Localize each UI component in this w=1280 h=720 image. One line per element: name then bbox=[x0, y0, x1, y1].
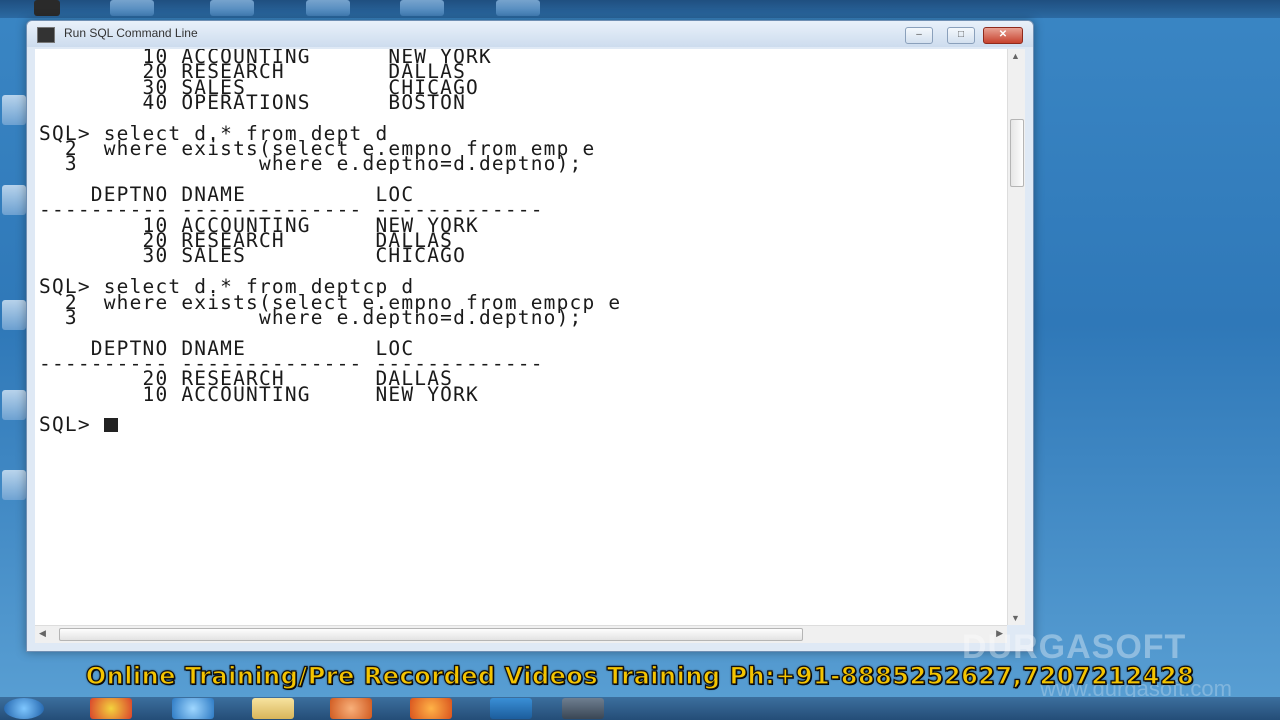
vertical-scroll-thumb[interactable] bbox=[1010, 119, 1024, 187]
app-thumbnail-icon[interactable] bbox=[110, 0, 154, 16]
chrome-icon[interactable] bbox=[90, 698, 132, 719]
console-text: 10 ACCOUNTING NEW YORK 20 RESEARCH DALLA… bbox=[35, 49, 1007, 437]
media-player-icon[interactable] bbox=[330, 698, 372, 719]
app-thumbnail-icon[interactable] bbox=[496, 0, 540, 16]
app-thumbnail-icon[interactable] bbox=[210, 0, 254, 16]
app-thumbnail-icon[interactable] bbox=[306, 0, 350, 16]
console-line: 10 ACCOUNTING NEW YORK bbox=[142, 382, 479, 406]
window-title: Run SQL Command Line bbox=[64, 26, 198, 40]
console-line: 40 OPERATIONS BOSTON bbox=[142, 91, 467, 115]
desktop-icon[interactable] bbox=[2, 470, 26, 500]
maximize-button[interactable]: □ bbox=[947, 27, 975, 44]
close-button[interactable]: ✕ bbox=[983, 27, 1023, 44]
top-taskbar-strip bbox=[0, 0, 1280, 18]
scroll-up-icon[interactable]: ▲ bbox=[1011, 51, 1020, 61]
vertical-scrollbar[interactable]: ▲ ▼ bbox=[1007, 49, 1025, 625]
scroll-left-icon[interactable]: ◀ bbox=[39, 628, 46, 639]
console-app-icon bbox=[37, 27, 55, 43]
console-line: 3 where e.deptno=d.deptno); bbox=[64, 305, 583, 329]
scroll-down-icon[interactable]: ▼ bbox=[1011, 613, 1020, 623]
powershell-icon[interactable] bbox=[490, 698, 532, 719]
horizontal-scroll-thumb[interactable] bbox=[59, 628, 803, 641]
console-output[interactable]: 10 ACCOUNTING NEW YORK 20 RESEARCH DALLA… bbox=[35, 49, 1007, 625]
firefox-icon[interactable] bbox=[410, 698, 452, 719]
desktop-icon[interactable] bbox=[2, 300, 26, 330]
minimize-button[interactable]: – bbox=[905, 27, 933, 44]
sql-command-line-window: Run SQL Command Line – □ ✕ 10 ACCOUNTING… bbox=[26, 20, 1034, 652]
windows-taskbar bbox=[0, 697, 1280, 720]
desktop-icon[interactable] bbox=[2, 390, 26, 420]
text-cursor[interactable] bbox=[103, 418, 118, 433]
console-line: 3 where e.deptno=d.deptno); bbox=[64, 152, 583, 176]
sql-prompt: SQL> bbox=[39, 413, 104, 437]
promo-banner: Online Training/Pre Recorded Videos Trai… bbox=[85, 661, 1195, 690]
app-thumbnail-icon[interactable] bbox=[34, 0, 60, 16]
desktop-icon[interactable] bbox=[2, 185, 26, 215]
start-button-icon[interactable] bbox=[4, 698, 44, 719]
horizontal-scrollbar[interactable]: ◀ ▶ bbox=[35, 625, 1007, 643]
title-bar[interactable]: Run SQL Command Line – □ ✕ bbox=[27, 21, 1033, 47]
app-thumbnail-icon[interactable] bbox=[400, 0, 444, 16]
folder-icon[interactable] bbox=[252, 698, 294, 719]
sql-command-line-taskbar-icon[interactable] bbox=[562, 698, 604, 719]
desktop-icon[interactable] bbox=[2, 95, 26, 125]
ie-icon[interactable] bbox=[172, 698, 214, 719]
console-line: 30 SALES CHICAGO bbox=[142, 244, 467, 268]
